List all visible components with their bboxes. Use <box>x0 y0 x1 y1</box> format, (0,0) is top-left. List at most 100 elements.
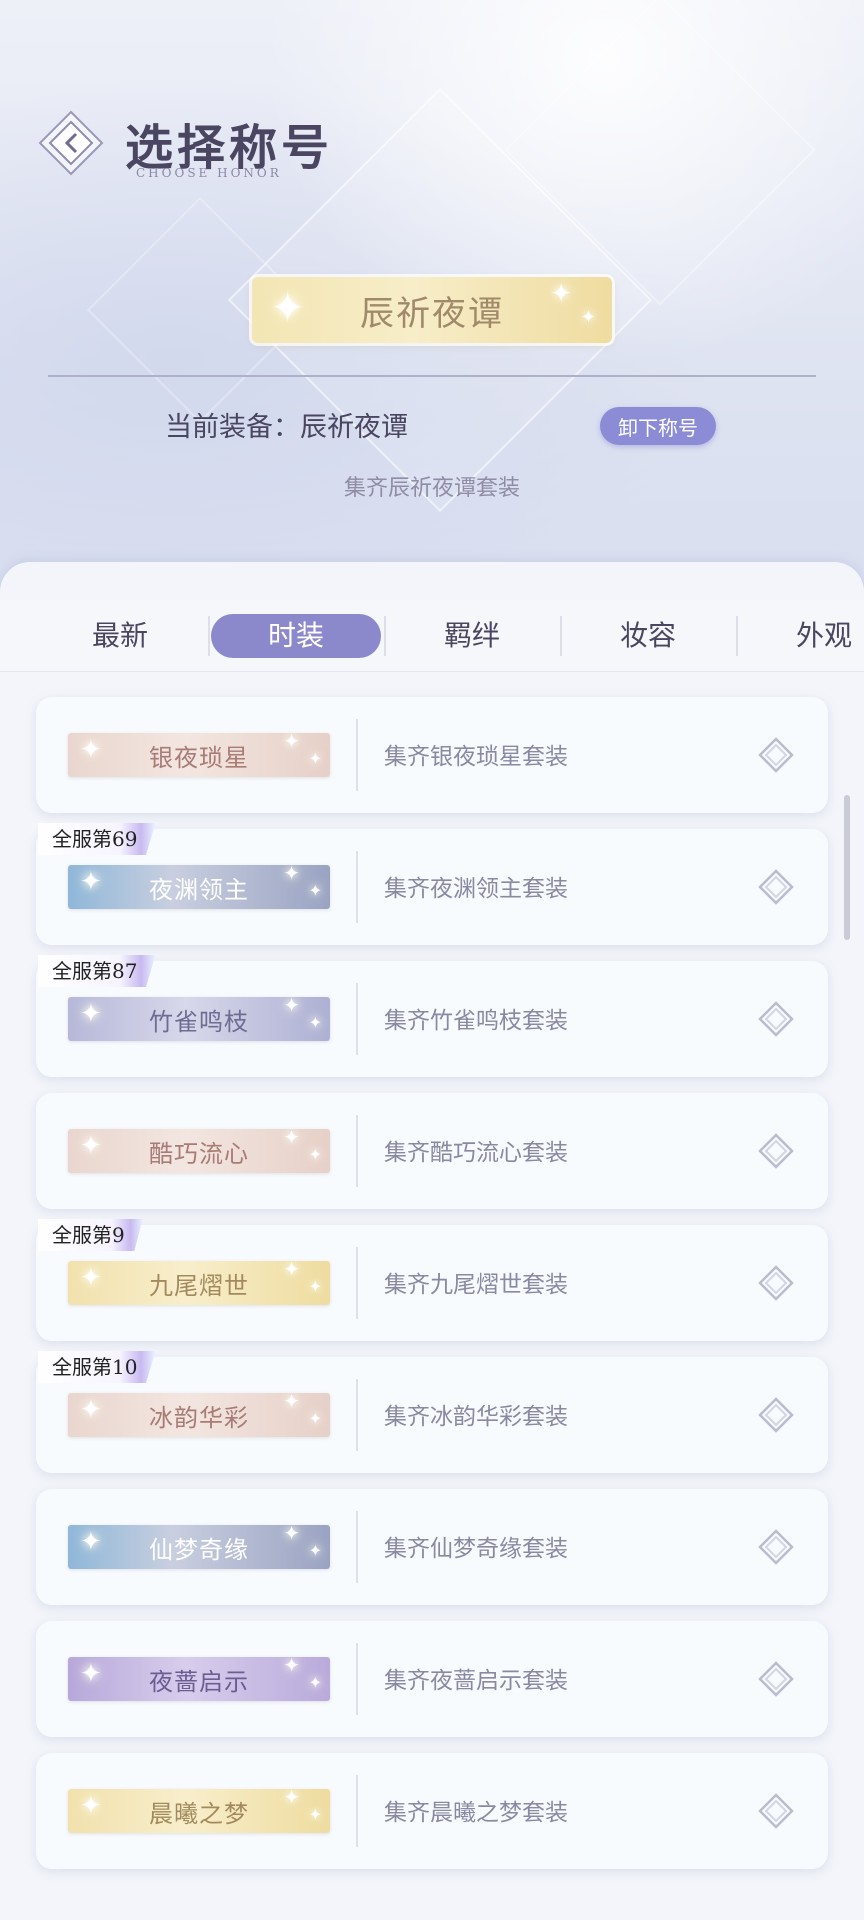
honor-title-text: 夜渊领主 <box>149 875 249 904</box>
sparkle-icon: ✦ <box>80 1659 102 1689</box>
sparkle-icon: ✦ <box>308 1409 322 1428</box>
card-divider <box>356 719 358 791</box>
select-diamond-icon[interactable] <box>758 1265 794 1301</box>
sparkle-icon: ✦ <box>550 279 572 309</box>
tab-fashion[interactable]: 时装 <box>211 614 381 658</box>
rank-tag: 全服第69 <box>38 823 156 855</box>
select-diamond-icon[interactable] <box>758 1793 794 1829</box>
honor-card[interactable]: ✦ ✦ ✦ 银夜琐星 集齐银夜琐星套装 <box>36 697 828 813</box>
honor-card[interactable]: 全服第69 ✦ ✦ ✦ 夜渊领主 集齐夜渊领主套装 <box>36 823 828 945</box>
tab-bond[interactable]: 羁绊 <box>387 614 557 658</box>
sparkle-icon: ✦ <box>283 865 300 885</box>
divider <box>48 375 816 377</box>
honor-title-text: 银夜琐星 <box>149 743 249 772</box>
current-honor-text: 辰祈夜谭 <box>360 293 504 334</box>
honor-title-text: 竹雀鸣枝 <box>149 1007 249 1036</box>
tab-appearance[interactable]: 外观 <box>739 614 864 658</box>
sparkle-icon: ✦ <box>308 881 322 900</box>
honor-title-pill: ✦ ✦ ✦ 冰韵华彩 <box>68 1393 330 1437</box>
honor-card[interactable]: ✦ ✦ ✦ 晨曦之梦 集齐晨曦之梦套装 <box>36 1753 828 1869</box>
card-divider <box>356 1511 358 1583</box>
honor-description: 集齐晨曦之梦套装 <box>384 1800 568 1826</box>
honor-description: 集齐冰韵华彩套装 <box>384 1404 568 1430</box>
sparkle-icon: ✦ <box>283 1789 300 1809</box>
back-button[interactable] <box>36 108 106 178</box>
honor-title-pill: ✦ ✦ ✦ 夜渊领主 <box>68 865 330 909</box>
sparkle-icon: ✦ <box>308 749 322 768</box>
select-diamond-icon[interactable] <box>758 1661 794 1697</box>
card-divider <box>356 851 358 923</box>
honor-description: 集齐夜蔷启示套装 <box>384 1668 568 1694</box>
sparkle-icon: ✦ <box>80 1527 102 1557</box>
sparkle-icon: ✦ <box>283 1261 300 1281</box>
honor-description: 集齐竹雀鸣枝套装 <box>384 1008 568 1034</box>
back-arrow-icon <box>38 110 104 176</box>
honor-title-pill: ✦ ✦ ✦ 银夜琐星 <box>68 733 330 777</box>
current-equip-label: 当前装备：辰祈夜谭 <box>165 412 408 443</box>
honor-panel: 最新 时装 羁绊 妆容 外观 ✦ ✦ ✦ 银夜琐星 集齐银夜琐星套装 全服第69… <box>0 562 864 1920</box>
sparkle-icon: ✦ <box>283 1129 300 1149</box>
honor-card[interactable]: 全服第9 ✦ ✦ ✦ 九尾熠世 集齐九尾熠世套装 <box>36 1219 828 1341</box>
select-diamond-icon[interactable] <box>758 1529 794 1565</box>
sparkle-icon: ✦ <box>283 1657 300 1677</box>
card-divider <box>356 1247 358 1319</box>
honor-card[interactable]: ✦ ✦ ✦ 酷巧流心 集齐酷巧流心套装 <box>36 1093 828 1209</box>
card-divider <box>356 1775 358 1847</box>
honor-description: 集齐银夜琐星套装 <box>384 744 568 770</box>
honor-title-pill: ✦ ✦ ✦ 酷巧流心 <box>68 1129 330 1173</box>
rank-tag: 全服第10 <box>38 1351 156 1383</box>
select-diamond-icon[interactable] <box>758 1397 794 1433</box>
honor-card[interactable]: 全服第10 ✦ ✦ ✦ 冰韵华彩 集齐冰韵华彩套装 <box>36 1351 828 1473</box>
scrollbar[interactable] <box>844 795 850 940</box>
honor-title-pill: ✦ ✦ ✦ 九尾熠世 <box>68 1261 330 1305</box>
select-diamond-icon[interactable] <box>758 1133 794 1169</box>
sparkle-icon: ✦ <box>80 1131 102 1161</box>
card-divider <box>356 1379 358 1451</box>
tab-separator <box>384 616 386 656</box>
tab-latest[interactable]: 最新 <box>35 614 205 658</box>
honor-title-text: 酷巧流心 <box>149 1139 249 1168</box>
tab-separator <box>736 616 738 656</box>
sparkle-icon: ✦ <box>80 1791 102 1821</box>
sparkle-icon: ✦ <box>283 1393 300 1413</box>
sparkle-icon: ✦ <box>283 733 300 753</box>
honor-description: 集齐夜渊领主套装 <box>384 876 568 902</box>
current-honor-description: 集齐辰祈夜谭套装 <box>343 476 520 501</box>
honor-title-text: 九尾熠世 <box>149 1271 249 1300</box>
select-diamond-icon[interactable] <box>758 737 794 773</box>
sparkle-icon: ✦ <box>308 1277 322 1296</box>
honor-title-text: 夜蔷启示 <box>149 1667 249 1696</box>
honor-description: 集齐酷巧流心套装 <box>384 1140 568 1166</box>
select-diamond-icon[interactable] <box>758 1001 794 1037</box>
sparkle-icon: ✦ <box>308 1013 322 1032</box>
honor-description: 集齐仙梦奇缘套装 <box>384 1536 568 1562</box>
honor-title-text: 仙梦奇缘 <box>149 1535 249 1564</box>
honor-title-text: 晨曦之梦 <box>149 1799 249 1828</box>
honor-card[interactable]: 全服第87 ✦ ✦ ✦ 竹雀鸣枝 集齐竹雀鸣枝套装 <box>36 955 828 1077</box>
honor-list: ✦ ✦ ✦ 银夜琐星 集齐银夜琐星套装 全服第69 ✦ ✦ ✦ 夜渊领主 集齐夜… <box>36 697 828 1885</box>
tab-separator <box>560 616 562 656</box>
unequip-honor-button[interactable]: 卸下称号 <box>600 407 716 445</box>
page-subtitle: CHOOSE HONOR <box>136 166 282 180</box>
honor-description: 集齐九尾熠世套装 <box>384 1272 568 1298</box>
honor-card[interactable]: ✦ ✦ ✦ 夜蔷启示 集齐夜蔷启示套装 <box>36 1621 828 1737</box>
select-diamond-icon[interactable] <box>758 869 794 905</box>
honor-title-pill: ✦ ✦ ✦ 夜蔷启示 <box>68 1657 330 1701</box>
sparkle-icon: ✦ <box>580 307 596 328</box>
sparkle-icon: ✦ <box>308 1145 322 1164</box>
honor-title-pill: ✦ ✦ ✦ 竹雀鸣枝 <box>68 997 330 1041</box>
sparkle-icon: ✦ <box>80 867 102 897</box>
sparkle-icon: ✦ <box>270 283 306 332</box>
rank-tag: 全服第87 <box>38 955 156 987</box>
sparkle-icon: ✦ <box>308 1541 322 1560</box>
tab-makeup[interactable]: 妆容 <box>563 614 733 658</box>
honor-card[interactable]: ✦ ✦ ✦ 仙梦奇缘 集齐仙梦奇缘套装 <box>36 1489 828 1605</box>
card-divider <box>356 1115 358 1187</box>
sparkle-icon: ✦ <box>283 997 300 1017</box>
tab-separator <box>208 616 210 656</box>
card-divider <box>356 983 358 1055</box>
sparkle-icon: ✦ <box>308 1673 322 1692</box>
header: 选择称号 CHOOSE HONOR <box>30 100 390 190</box>
sparkle-icon: ✦ <box>283 1525 300 1545</box>
sparkle-icon: ✦ <box>308 1805 322 1824</box>
